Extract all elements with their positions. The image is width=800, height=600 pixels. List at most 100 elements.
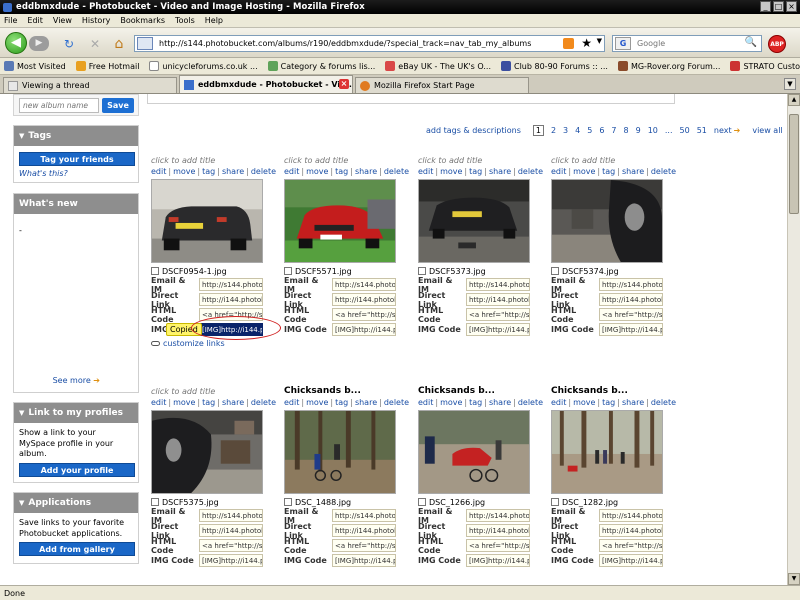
page-50[interactable]: 50 <box>680 126 690 135</box>
bookmark-item[interactable]: STRATO Customer Se... <box>730 61 800 71</box>
img-code-field[interactable]: [IMG]http://i144.photobucket.com <box>466 554 530 567</box>
see-more-link[interactable]: See more ➔ <box>53 376 100 385</box>
applications-header[interactable]: ▼ Applications <box>14 493 138 513</box>
tag-link[interactable]: tag <box>335 398 348 407</box>
select-checkbox[interactable] <box>151 267 159 275</box>
share-link[interactable]: share <box>222 167 244 176</box>
bookmark-item[interactable]: MG-Rover.org Forum... <box>617 61 720 71</box>
email-im-field[interactable]: http://s144.photobucket.com <box>199 278 263 291</box>
tab-viewing-thread[interactable]: Viewing a thread <box>3 77 177 93</box>
scrollbar-thumb[interactable] <box>789 114 799 214</box>
tag-link[interactable]: tag <box>202 167 215 176</box>
search-input[interactable] <box>637 39 737 48</box>
email-im-field[interactable]: http://s144.photobucket.com <box>599 509 663 522</box>
photo-title-placeholder[interactable]: click to add title <box>151 155 279 166</box>
select-checkbox[interactable] <box>284 267 292 275</box>
collapse-triangle-icon[interactable]: ▼ <box>19 132 24 140</box>
direct-link-field[interactable]: http://i144.photobucket.com <box>466 293 530 306</box>
email-im-field[interactable]: http://s144.photobucket.com <box>332 509 396 522</box>
email-im-field[interactable]: http://s144.photobucket.com <box>332 278 396 291</box>
url-text[interactable]: http://s144.photobucket.com/albums/r190/… <box>159 39 531 48</box>
page-2[interactable]: 2 <box>551 126 556 135</box>
bookmark-item[interactable]: Club 80-90 Forums :: ... <box>501 61 608 71</box>
whats-this-link[interactable]: What's this? <box>19 169 133 178</box>
move-link[interactable]: move <box>440 167 462 176</box>
edit-link[interactable]: edit <box>284 167 299 176</box>
back-button[interactable]: ◀ <box>5 32 27 54</box>
direct-link-field[interactable]: http://i144.photobucket.com <box>332 524 396 537</box>
rss-feed-icon[interactable] <box>563 38 574 49</box>
next-link[interactable]: next <box>714 126 732 135</box>
photo-thumbnail[interactable] <box>418 179 530 263</box>
share-link[interactable]: share <box>355 167 377 176</box>
delete-link[interactable]: delete <box>518 398 543 407</box>
share-link[interactable]: share <box>489 398 511 407</box>
delete-link[interactable]: delete <box>518 167 543 176</box>
forward-button[interactable]: ▶ <box>29 36 49 51</box>
scroll-up-icon[interactable]: ▲ <box>788 94 800 106</box>
page-3[interactable]: 3 <box>563 126 568 135</box>
photo-thumbnail[interactable] <box>418 410 530 494</box>
view-all-link[interactable]: view all <box>752 126 782 135</box>
bookmark-item[interactable]: Free Hotmail <box>75 61 139 71</box>
move-link[interactable]: move <box>440 398 462 407</box>
select-checkbox[interactable] <box>284 498 292 506</box>
photo-thumbnail[interactable] <box>284 179 396 263</box>
photo-title-placeholder[interactable]: click to add title <box>418 155 546 166</box>
tag-link[interactable]: tag <box>202 398 215 407</box>
select-checkbox[interactable] <box>418 267 426 275</box>
close-window-button[interactable]: × <box>786 1 797 12</box>
search-engine-icon[interactable]: G <box>615 37 631 50</box>
edit-link[interactable]: edit <box>418 167 433 176</box>
img-code-field[interactable]: [IMG]http://i144.photobucket.com <box>199 554 263 567</box>
tab-photobucket[interactable]: eddbmxdude - Photobucket - Vid... × <box>179 75 353 93</box>
tags-panel-header[interactable]: ▼ Tags <box>14 126 138 146</box>
select-checkbox[interactable] <box>418 498 426 506</box>
photo-title[interactable]: Chicksands b... <box>284 386 412 397</box>
page-5[interactable]: 5 <box>587 126 592 135</box>
album-name-input[interactable] <box>19 98 99 113</box>
email-im-field[interactable]: http://s144.photobucket.com <box>466 278 530 291</box>
maximize-button[interactable]: □ <box>773 1 784 12</box>
stop-icon[interactable]: ✕ <box>88 37 102 51</box>
img-code-field[interactable]: [IMG]http://i144.photobucket.com <box>332 554 396 567</box>
bookmark-item[interactable]: eBay UK - The UK's O... <box>385 61 491 71</box>
menu-file[interactable]: File <box>4 16 17 25</box>
bookmark-star-icon[interactable]: ★ <box>581 36 592 51</box>
page-7[interactable]: 7 <box>611 126 616 135</box>
photo-title-placeholder[interactable]: click to add title <box>151 386 279 397</box>
share-link[interactable]: share <box>222 398 244 407</box>
html-code-field[interactable]: <a href="http://s144.photobucket.com <box>199 539 263 552</box>
edit-link[interactable]: edit <box>284 398 299 407</box>
delete-link[interactable]: delete <box>384 167 409 176</box>
photo-thumbnail[interactable] <box>284 410 396 494</box>
edit-link[interactable]: edit <box>151 167 166 176</box>
delete-link[interactable]: delete <box>651 167 676 176</box>
tab-start-page[interactable]: Mozilla Firefox Start Page <box>355 77 529 93</box>
tag-link[interactable]: tag <box>469 167 482 176</box>
photo-thumbnail[interactable] <box>551 179 663 263</box>
bookmark-item[interactable]: Most Visited <box>4 61 66 71</box>
vertical-scrollbar[interactable]: ▲ ▼ <box>787 94 800 585</box>
search-bar[interactable]: G 🔍 <box>612 35 762 52</box>
img-code-field[interactable]: [IMG]http://i144.photobucket.com <box>599 554 663 567</box>
delete-link[interactable]: delete <box>251 398 276 407</box>
page-6[interactable]: 6 <box>599 126 604 135</box>
tag-friends-button[interactable]: Tag your friends <box>19 152 135 166</box>
menu-view[interactable]: View <box>53 16 72 25</box>
photo-thumbnail[interactable] <box>551 410 663 494</box>
collapse-triangle-icon[interactable]: ▼ <box>19 409 24 417</box>
delete-link[interactable]: delete <box>251 167 276 176</box>
html-code-field[interactable]: <a href="http://s144.photobucket.com <box>466 308 530 321</box>
page-9[interactable]: 9 <box>636 126 641 135</box>
close-tab-icon[interactable]: × <box>339 79 349 89</box>
img-code-field[interactable]: [IMG]http://i144.photobucket.com <box>466 323 530 336</box>
share-link[interactable]: share <box>489 167 511 176</box>
share-link[interactable]: share <box>355 398 377 407</box>
select-checkbox[interactable] <box>551 498 559 506</box>
home-icon[interactable]: ⌂ <box>112 37 126 51</box>
add-from-gallery-button[interactable]: Add from gallery <box>19 542 135 556</box>
page-1[interactable]: 1 <box>532 125 544 136</box>
tag-link[interactable]: tag <box>602 398 615 407</box>
bookmark-item[interactable]: unicycleforums.co.uk ... <box>149 61 258 71</box>
